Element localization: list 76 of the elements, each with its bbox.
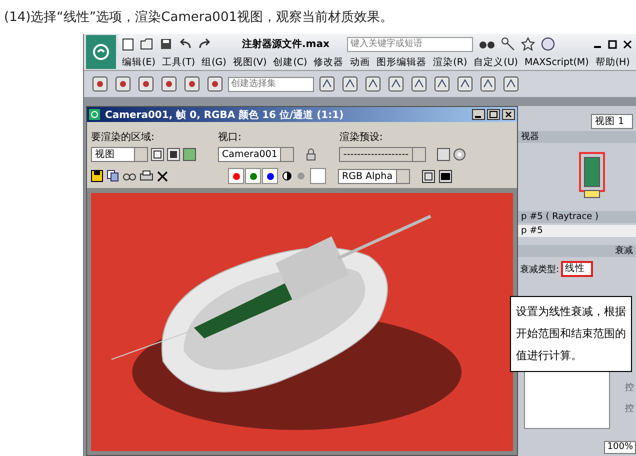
control-label: 控 — [625, 402, 634, 415]
control-label: 控 — [625, 382, 634, 394]
toolbar-icon[interactable] — [432, 74, 452, 94]
close-icon[interactable] — [502, 109, 515, 120]
maximize-icon[interactable] — [487, 109, 500, 120]
menu-item[interactable]: 图形编辑器 — [376, 56, 427, 68]
open-folder-icon[interactable] — [140, 38, 154, 50]
color-swatch[interactable] — [310, 168, 326, 184]
menu-item[interactable]: 帮助(H) — [595, 56, 630, 68]
save-icon[interactable] — [91, 170, 103, 182]
selection-set-field[interactable]: 创建选择集 — [228, 76, 314, 92]
material-name-field[interactable]: p #5 — [518, 225, 636, 237]
toolbar-icon[interactable] — [113, 74, 133, 94]
gear-icon[interactable] — [452, 148, 466, 161]
star-icon[interactable] — [521, 37, 536, 51]
window-title: 注射器源文件.max — [242, 37, 330, 51]
menu-item[interactable]: 动画 — [350, 56, 370, 68]
menu-item[interactable]: 编辑(E) — [122, 56, 156, 68]
maximize-icon[interactable] — [608, 40, 617, 48]
falloff-type-label: 衰减类型: — [520, 264, 560, 276]
app-logo-icon[interactable] — [86, 35, 116, 69]
toolbar-icon[interactable] — [136, 74, 156, 94]
mono-icon[interactable] — [282, 171, 292, 181]
window-icon[interactable] — [422, 170, 435, 182]
close-icon[interactable] — [157, 170, 168, 182]
toolbar-icon[interactable] — [363, 74, 383, 94]
toolbar-icon[interactable] — [317, 74, 337, 94]
menu-item[interactable]: 创建(C) — [273, 56, 308, 68]
menu-item[interactable]: 组(G) — [202, 56, 226, 68]
viewport-label: 视口: — [218, 130, 242, 144]
falloff-type-dropdown[interactable]: 线性 — [561, 261, 594, 277]
preset-label: 渲染预设: — [339, 130, 384, 144]
toolbar-icon[interactable] — [340, 74, 360, 94]
toolbar-icon[interactable] — [90, 74, 110, 94]
lock-icon[interactable] — [305, 148, 318, 161]
menu-item[interactable]: 渲染(R) — [433, 56, 468, 68]
material-header: p #5 ( Raytrace ) — [518, 211, 636, 223]
toolbar-icon[interactable] — [478, 74, 498, 94]
view-field[interactable]: 视图 1 — [590, 114, 633, 129]
caption-text: (14)选择“线性”选项，渲染Camera001视图，观察当前材质效果。 — [3, 9, 394, 27]
toolbar-icon[interactable] — [409, 74, 429, 94]
menu-item[interactable]: 自定义(U) — [474, 56, 518, 68]
display-icon[interactable] — [438, 170, 452, 182]
new-file-icon[interactable] — [122, 38, 134, 50]
minimize-icon[interactable] — [472, 109, 485, 120]
panel-header: 视器 — [518, 131, 636, 143]
callout-text: 设置为线性衰减，根据开始范围和结束范围的值进行计算。 — [510, 296, 632, 372]
menu-item[interactable]: 工具(T) — [162, 56, 196, 68]
menu-item[interactable]: 修改器 — [314, 56, 344, 68]
toolbar-icon[interactable] — [205, 74, 225, 94]
zoom-field[interactable]: 100% — [604, 441, 636, 454]
preset-dropdown[interactable]: ------------------- — [339, 147, 426, 162]
app-logo-icon — [89, 109, 100, 120]
print-icon[interactable] — [140, 170, 153, 182]
menu-item[interactable]: MAXScript(M) — [524, 56, 589, 68]
channel-dropdown[interactable]: RGB Alpha — [338, 168, 410, 184]
copy-icon[interactable] — [107, 170, 119, 182]
crop-icon[interactable] — [167, 148, 180, 161]
area-label: 要渲染的区域: — [91, 130, 156, 144]
toolbar-icon[interactable] — [501, 74, 521, 94]
toolbar-icon[interactable] — [159, 74, 179, 94]
area-dropdown[interactable]: 视图 — [91, 147, 148, 162]
render-window-title: Camera001, 帧 0, RGBA 颜色 16 位/通道 (1:1) — [105, 108, 344, 122]
toolbar-icon[interactable] — [455, 74, 475, 94]
redo-icon[interactable] — [198, 38, 212, 50]
material-swatch[interactable] — [584, 190, 600, 198]
menu-item[interactable]: 视图(V) — [232, 56, 267, 68]
rollout-header[interactable]: 衰减 — [518, 245, 636, 257]
viewport-dropdown[interactable]: Camera001 — [218, 147, 294, 162]
close-icon[interactable] — [623, 40, 632, 48]
toolbar-icon[interactable] — [386, 74, 406, 94]
save-icon[interactable] — [160, 38, 172, 50]
toolbar-icon[interactable] — [182, 74, 202, 94]
region-icon[interactable] — [151, 148, 164, 161]
undo-icon[interactable] — [178, 38, 192, 50]
search-field[interactable]: 键入关键字或短语 — [347, 36, 474, 52]
